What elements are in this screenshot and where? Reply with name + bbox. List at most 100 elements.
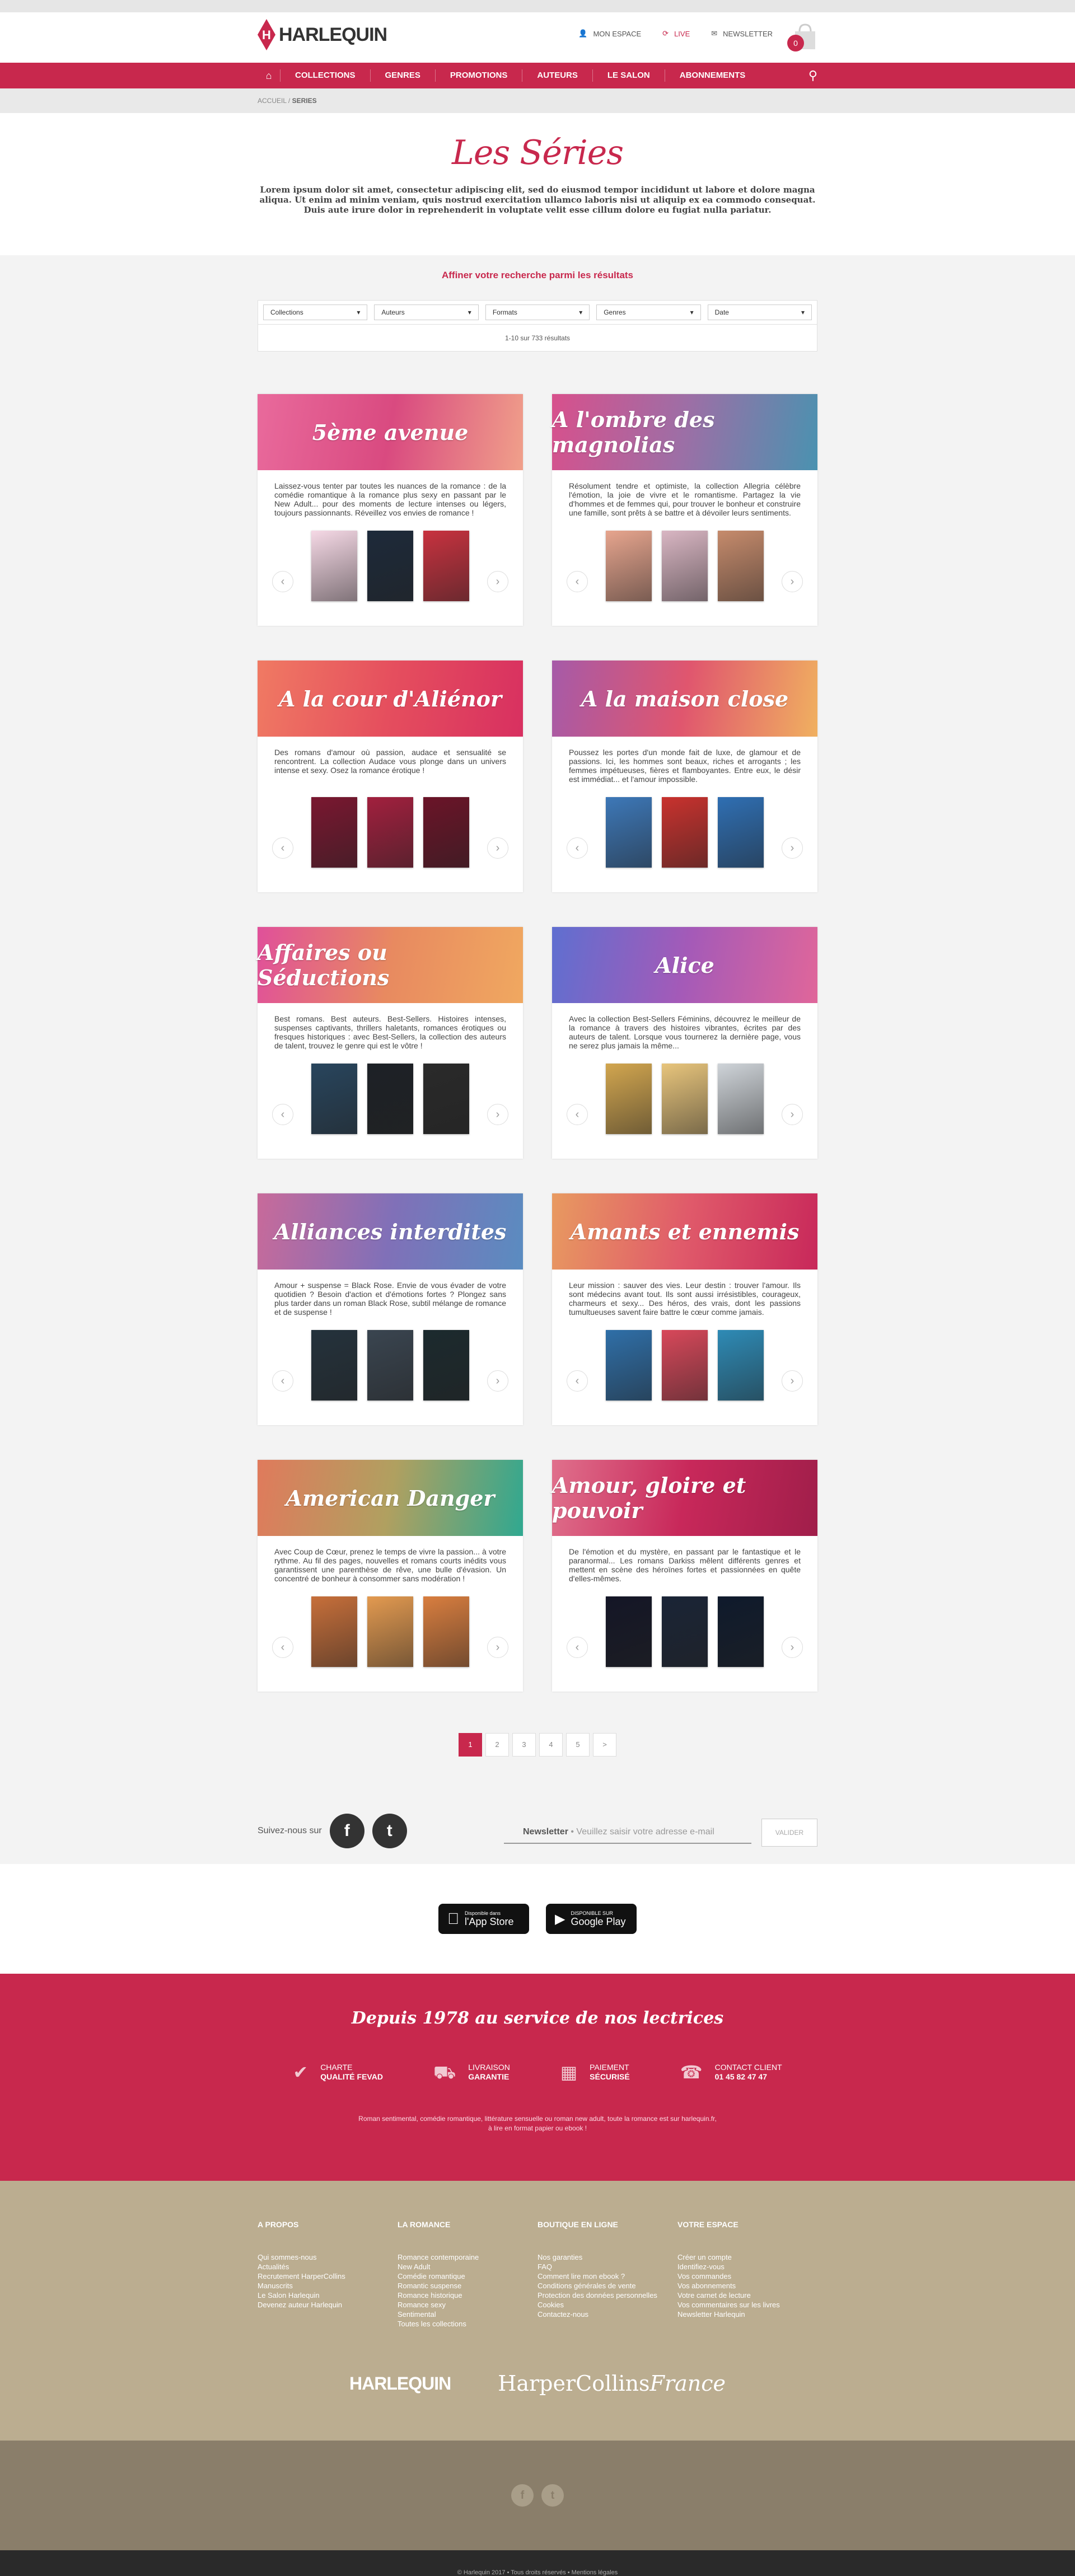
- carousel-prev-icon[interactable]: ‹: [567, 1104, 588, 1125]
- newsletter-email-field[interactable]: Newsletter • Veuillez saisir votre adres…: [504, 1821, 751, 1844]
- book-cover[interactable]: [662, 1330, 708, 1401]
- footer-link[interactable]: Toutes les collections: [398, 2319, 538, 2329]
- footer-link[interactable]: Actualités: [258, 2262, 398, 2271]
- series-card[interactable]: 5ème avenue Laissez-vous tenter par toute…: [258, 394, 523, 626]
- series-card[interactable]: A la cour d'Aliénor Des romans d'amour où…: [258, 661, 523, 892]
- page-1[interactable]: 1: [459, 1733, 482, 1757]
- carousel-prev-icon[interactable]: ‹: [272, 571, 293, 592]
- harlequin-footer-logo[interactable]: HARLEQUIN: [349, 2373, 451, 2394]
- book-cover[interactable]: [718, 797, 764, 868]
- book-cover[interactable]: [423, 1596, 469, 1667]
- book-cover[interactable]: [367, 797, 413, 868]
- google-play-badge[interactable]: ▶ DISPONIBLE SUR Google Play: [546, 1904, 637, 1934]
- book-cover[interactable]: [606, 797, 652, 868]
- book-cover[interactable]: [423, 797, 469, 868]
- twitter-footer-icon[interactable]: t: [541, 2484, 564, 2507]
- nav-collections[interactable]: COLLECTIONS: [280, 69, 370, 82]
- carousel-prev-icon[interactable]: ‹: [272, 1104, 293, 1125]
- carousel-prev-icon[interactable]: ‹: [567, 571, 588, 592]
- book-cover[interactable]: [662, 797, 708, 868]
- series-card[interactable]: Amour, gloire et pouvoir De l'émotion et …: [552, 1460, 817, 1692]
- footer-link[interactable]: Conditions générales de vente: [538, 2281, 677, 2291]
- series-banner[interactable]: Amants et ennemis: [552, 1193, 817, 1270]
- carousel-prev-icon[interactable]: ‹: [567, 1637, 588, 1658]
- book-cover[interactable]: [311, 1330, 357, 1401]
- footer-link[interactable]: Recrutement HarperCollins: [258, 2271, 398, 2281]
- book-cover[interactable]: [367, 531, 413, 601]
- series-card[interactable]: Amants et ennemis Leur mission : sauver d…: [552, 1193, 817, 1425]
- nav-auteurs[interactable]: AUTEURS: [522, 69, 592, 82]
- footer-link[interactable]: Vos commandes: [677, 2271, 817, 2281]
- filter-auteurs[interactable]: Auteurs ▾: [374, 305, 479, 320]
- carousel-prev-icon[interactable]: ‹: [272, 1370, 293, 1392]
- footer-link[interactable]: Vos abonnements: [677, 2281, 817, 2291]
- series-banner[interactable]: A l'ombre des magnolias: [552, 394, 817, 470]
- nav-genres[interactable]: GENRES: [370, 69, 435, 82]
- carousel-prev-icon[interactable]: ‹: [272, 1637, 293, 1658]
- footer-link[interactable]: Identifiez-vous: [677, 2262, 817, 2271]
- page-5[interactable]: 5: [566, 1733, 590, 1757]
- harpercollins-logo[interactable]: HarperCollinsFrance: [498, 2371, 726, 2396]
- footer-link[interactable]: Cookies: [538, 2300, 677, 2310]
- live-link[interactable]: ⟳ LIVE: [662, 29, 690, 38]
- footer-link[interactable]: Sentimental: [398, 2310, 538, 2319]
- book-cover[interactable]: [367, 1596, 413, 1667]
- book-cover[interactable]: [311, 1064, 357, 1134]
- series-banner[interactable]: Alice: [552, 927, 817, 1003]
- book-cover[interactable]: [311, 531, 357, 601]
- carousel-prev-icon[interactable]: ‹: [567, 1370, 588, 1392]
- book-cover[interactable]: [423, 1330, 469, 1401]
- twitter-icon[interactable]: t: [372, 1814, 407, 1848]
- book-cover[interactable]: [718, 1064, 764, 1134]
- book-cover[interactable]: [311, 1596, 357, 1667]
- footer-link[interactable]: Romantic suspense: [398, 2281, 538, 2291]
- footer-link[interactable]: Créer un compte: [677, 2252, 817, 2262]
- book-cover[interactable]: [718, 531, 764, 601]
- filter-collections[interactable]: Collections ▾: [263, 305, 368, 320]
- nav-promotions[interactable]: PROMOTIONS: [434, 69, 522, 82]
- footer-link[interactable]: Contactez-nous: [538, 2310, 677, 2319]
- carousel-prev-icon[interactable]: ‹: [272, 837, 293, 859]
- carousel-next-icon[interactable]: ›: [487, 1370, 508, 1392]
- book-cover[interactable]: [606, 531, 652, 601]
- filter-date[interactable]: Date ▾: [707, 305, 812, 320]
- series-card[interactable]: Alliances interdites Amour + suspense = B…: [258, 1193, 523, 1425]
- filter-formats[interactable]: Formats ▾: [485, 305, 590, 320]
- footer-link[interactable]: Qui sommes-nous: [258, 2252, 398, 2262]
- newsletter-link[interactable]: ✉ NEWSLETTER: [711, 29, 773, 38]
- series-card[interactable]: Alice Avec la collection Best-Sellers Fém…: [552, 927, 817, 1159]
- footer-link[interactable]: Romance contemporaine: [398, 2252, 538, 2262]
- page-3[interactable]: 3: [512, 1733, 536, 1757]
- series-card[interactable]: American Danger Avec Coup de Cœur, prenez…: [258, 1460, 523, 1692]
- series-card[interactable]: A l'ombre des magnolias Résolument tendre…: [552, 394, 817, 626]
- page-2[interactable]: 2: [485, 1733, 509, 1757]
- harlequin-logo[interactable]: H HARLEQUIN: [258, 19, 387, 50]
- series-banner[interactable]: American Danger: [258, 1460, 523, 1536]
- book-cover[interactable]: [311, 797, 357, 868]
- facebook-footer-icon[interactable]: f: [511, 2484, 534, 2507]
- carousel-next-icon[interactable]: ›: [782, 837, 803, 859]
- book-cover[interactable]: [662, 531, 708, 601]
- my-account-link[interactable]: 👤 MON ESPACE: [578, 29, 641, 38]
- series-banner[interactable]: A la cour d'Aliénor: [258, 661, 523, 737]
- carousel-prev-icon[interactable]: ‹: [567, 837, 588, 859]
- series-card[interactable]: Affaires ou Séductions Best romans. Best …: [258, 927, 523, 1159]
- footer-link[interactable]: Vos commentaires sur les livres: [677, 2300, 817, 2310]
- app-store-badge[interactable]:  Disponible dansl'App Store: [438, 1904, 529, 1934]
- footer-link[interactable]: Votre carnet de lecture: [677, 2291, 817, 2300]
- carousel-next-icon[interactable]: ›: [487, 837, 508, 859]
- footer-link[interactable]: Le Salon Harlequin: [258, 2291, 398, 2300]
- footer-link[interactable]: Nos garanties: [538, 2252, 677, 2262]
- book-cover[interactable]: [662, 1596, 708, 1667]
- series-banner[interactable]: 5ème avenue: [258, 394, 523, 470]
- home-icon[interactable]: ⌂: [258, 70, 280, 82]
- series-banner[interactable]: Alliances interdites: [258, 1193, 523, 1270]
- page-next[interactable]: >: [593, 1733, 616, 1757]
- carousel-next-icon[interactable]: ›: [487, 571, 508, 592]
- book-cover[interactable]: [423, 1064, 469, 1134]
- footer-link[interactable]: New Adult: [398, 2262, 538, 2271]
- nav-abonnements[interactable]: ABONNEMENTS: [664, 69, 760, 82]
- series-banner[interactable]: Affaires ou Séductions: [258, 927, 523, 1003]
- cart-button[interactable]: 0: [787, 21, 817, 51]
- footer-link[interactable]: FAQ: [538, 2262, 677, 2271]
